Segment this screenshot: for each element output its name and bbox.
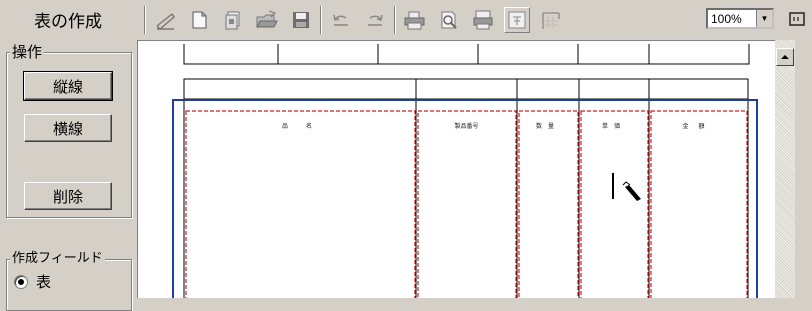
copy-page-icon[interactable]: [220, 7, 246, 33]
zoom-select[interactable]: 100% ▼: [706, 8, 774, 29]
radio-table-label: 表: [36, 273, 52, 291]
scroll-up-button[interactable]: [776, 48, 794, 66]
new-page-icon[interactable]: [186, 7, 212, 33]
undo-icon[interactable]: [328, 7, 354, 33]
right-border: [795, 40, 812, 298]
panel-title: 表の作成: [34, 11, 102, 32]
redo-icon[interactable]: [362, 7, 388, 33]
vertical-scrollbar[interactable]: [775, 40, 795, 298]
header-amount: 金額: [682, 124, 715, 130]
print-icon[interactable]: [402, 7, 428, 33]
operation-group-label: 操作: [10, 43, 45, 61]
header-quantity: 数量: [535, 124, 560, 130]
header-product-name: 品 名: [281, 124, 318, 130]
text-box-icon[interactable]: [504, 7, 530, 33]
open-folder-icon[interactable]: [254, 7, 280, 33]
delete-button[interactable]: 削除: [24, 182, 112, 210]
design-canvas[interactable]: 品 名 製品番号 数量 単価 金額: [137, 40, 775, 298]
vertical-line-button[interactable]: 縦線: [24, 72, 112, 100]
toolbar-separator: [394, 6, 396, 34]
create-field-group-label: 作成フィールド: [10, 251, 105, 267]
zoom-icon[interactable]: [786, 7, 810, 33]
header-product-number: 製品番号: [454, 124, 479, 130]
horizontal-line-button[interactable]: 横線: [24, 114, 112, 142]
save-disk-icon[interactable]: [288, 7, 314, 33]
grid-layout-icon[interactable]: [538, 7, 564, 33]
toolbar: 100% ▼: [140, 0, 812, 38]
table-drawing: [172, 44, 758, 298]
radio-table[interactable]: 表: [14, 271, 51, 292]
chevron-down-icon[interactable]: ▼: [756, 10, 772, 27]
pencil-icon[interactable]: [152, 7, 178, 33]
triangle-up-icon: [781, 55, 789, 59]
toolbar-separator: [144, 6, 146, 34]
zoom-value: 100%: [711, 11, 742, 26]
toolbar-separator: [320, 6, 322, 34]
radio-selected-icon: [14, 274, 28, 289]
print-preview-icon[interactable]: [436, 7, 462, 33]
page-setup-icon[interactable]: [470, 7, 496, 33]
header-unit-price: 単価: [601, 124, 626, 130]
